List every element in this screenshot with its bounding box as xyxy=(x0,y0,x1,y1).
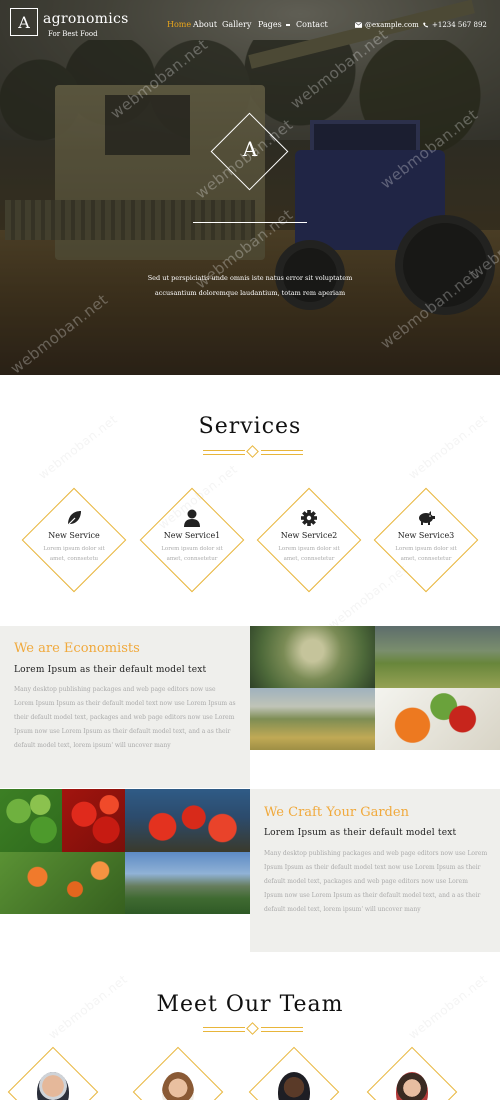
grain-field-photo xyxy=(250,626,375,688)
user-icon xyxy=(184,509,200,527)
service-card[interactable]: New Service Lorem ipsum dolor sit amet, … xyxy=(21,487,127,593)
envelope-icon xyxy=(355,22,362,28)
nav-about[interactable]: About xyxy=(193,20,217,29)
nav-home[interactable]: Home xyxy=(167,20,191,29)
nav-contact[interactable]: Contact xyxy=(296,20,328,29)
contact-phone[interactable]: +1234 567 892 xyxy=(422,21,487,29)
service-title: New Service xyxy=(48,531,100,540)
piggy-bank-icon xyxy=(419,511,435,525)
economists-heading: We are Economists xyxy=(14,641,140,656)
hero-banner: webmoban.net webmoban.net webmoban.net w… xyxy=(0,0,500,375)
team-heading: Meet Our Team xyxy=(156,992,344,1017)
hero-text-line-2: accusantium doloremque laudantium, totam… xyxy=(154,289,346,297)
pasture-photo xyxy=(375,626,500,688)
horse-harvest-photo xyxy=(250,688,375,750)
vegetables-photo xyxy=(375,688,500,750)
team-member-card[interactable] xyxy=(132,1046,224,1100)
service-desc: Lorem ipsum dolor sit amet, connsetetur xyxy=(395,546,457,562)
economists-body: Many desktop publishing packages and web… xyxy=(14,686,236,749)
service-title: New Service3 xyxy=(397,531,455,540)
heading-ornament xyxy=(203,1022,303,1036)
hero-divider xyxy=(193,222,307,223)
caret-down-icon xyxy=(286,24,291,26)
hero-emblem-letter: A xyxy=(242,137,258,161)
nav-pages[interactable]: Pages xyxy=(258,20,291,29)
leaf-icon xyxy=(66,511,81,527)
valley-farm-photo xyxy=(125,852,250,914)
red-peppers-photo xyxy=(62,789,125,852)
gear-icon xyxy=(301,510,317,526)
service-desc: Lorem ipsum dolor sit amet, connsetetur xyxy=(278,546,340,562)
team-member-card[interactable] xyxy=(366,1046,458,1100)
service-title: New Service1 xyxy=(163,531,221,540)
service-card[interactable]: New Service2 Lorem ipsum dolor sit amet,… xyxy=(256,487,362,593)
green-peppers-photo xyxy=(0,789,62,852)
tomatoes-photo xyxy=(125,789,250,852)
orange-tree-photo xyxy=(0,852,125,914)
team-member-card[interactable] xyxy=(7,1046,99,1100)
team-member-card[interactable] xyxy=(248,1046,340,1100)
service-card[interactable]: New Service3 Lorem ipsum dolor sit amet,… xyxy=(373,487,479,593)
phone-icon xyxy=(423,22,428,28)
logo-mark[interactable]: A xyxy=(10,8,38,36)
garden-heading: We Craft Your Garden xyxy=(264,805,409,820)
garden-subheading: Lorem Ipsum as their default model text xyxy=(264,828,457,838)
contact-email[interactable]: @example.com xyxy=(355,21,419,29)
brand-name[interactable]: agronomics xyxy=(43,11,129,27)
heading-ornament xyxy=(203,445,303,459)
service-card[interactable]: New Service1 Lorem ipsum dolor sit amet,… xyxy=(139,487,245,593)
service-title: New Service2 xyxy=(280,531,338,540)
services-heading: Services xyxy=(198,414,302,439)
service-desc: Lorem ipsum dolor sit amet, connsetetu xyxy=(43,546,105,562)
service-desc: Lorem ipsum dolor sit amet, connsetetur xyxy=(161,546,223,562)
economists-subheading: Lorem Ipsum as their default model text xyxy=(14,665,207,675)
hero-text-line-1: Sed ut perspiciatis unde omnis iste natu… xyxy=(147,274,353,282)
brand-tagline: For Best Food xyxy=(48,30,98,38)
garden-body: Many desktop publishing packages and web… xyxy=(264,850,488,913)
nav-gallery[interactable]: Gallery xyxy=(222,20,251,29)
